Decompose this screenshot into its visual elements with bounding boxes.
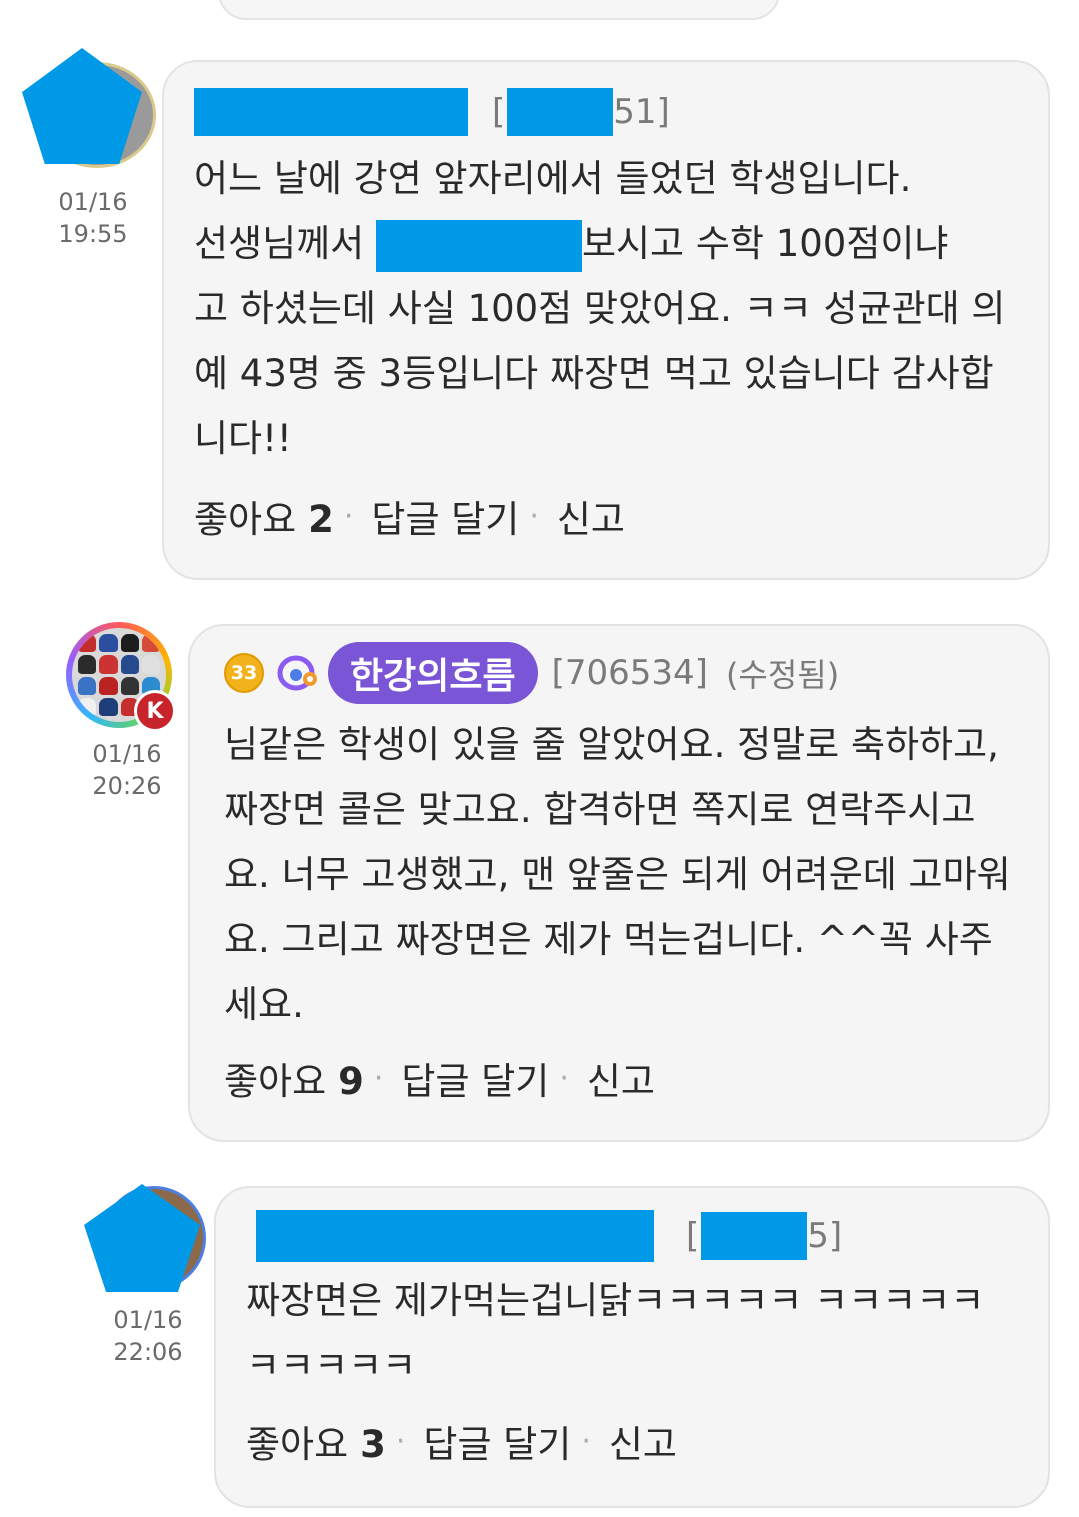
comment-date: 01/16 — [113, 1306, 183, 1334]
report-button[interactable]: 신고 — [587, 1051, 655, 1105]
comment-meta: [ 51] — [194, 84, 1018, 140]
avatar[interactable] — [84, 1184, 206, 1294]
comment-body-rest: 고 하셨는데 사실 100점 맞았어요. ㅋㅋ 성균관대 의예 43명 중 3등… — [194, 287, 1006, 460]
comment-body: 님같은 학생이 있을 줄 알았어요. 정말로 축하하고, 짜장면 콜은 맞고요.… — [224, 723, 1011, 1026]
like-button[interactable]: 좋아요 3 — [246, 1414, 386, 1468]
like-button[interactable]: 좋아요 2 — [194, 489, 334, 543]
comment-date: 01/16 — [92, 740, 162, 768]
comment-actions: 좋아요 2 · 답글 달기 · 신고 — [194, 489, 1018, 543]
like-label: 좋아요 — [194, 498, 297, 541]
nickname[interactable]: 한강의흐름 — [328, 642, 538, 704]
comment-bubble: [ 51] 어느 날에 강연 앞자리에서 들었던 학생입니다. 선생님께서 보시… — [162, 60, 1050, 580]
comment-body-line2-post: 보시고 수학 100점이냐 — [581, 222, 949, 265]
comment-body-line2-pre: 선생님께서 — [194, 222, 376, 265]
separator-dot: · — [581, 1423, 591, 1459]
comment-actions: 좋아요 3 · 답글 달기 · 신고 — [246, 1414, 1018, 1468]
avatar[interactable] — [20, 48, 156, 176]
member-id: [706534] — [551, 653, 708, 693]
like-button[interactable]: 좋아요 9 — [224, 1051, 364, 1105]
comment-body-line1: 어느 날에 강연 앞자리에서 들었던 학생입니다. — [194, 157, 912, 200]
report-button[interactable]: 신고 — [609, 1414, 677, 1468]
avatar-redaction — [22, 48, 142, 164]
like-count: 2 — [308, 498, 334, 541]
member-id-redaction — [507, 88, 614, 136]
reply-button[interactable]: 답글 달기 — [401, 1051, 549, 1105]
comment-body: 어느 날에 강연 앞자리에서 들었던 학생입니다. 선생님께서 보시고 수학 1… — [194, 146, 1018, 471]
like-label: 좋아요 — [246, 1423, 349, 1466]
comment-time: 19:55 — [58, 220, 128, 248]
reply-button[interactable]: 답글 달기 — [423, 1414, 571, 1468]
report-button[interactable]: 신고 — [557, 489, 625, 543]
separator-dot: · — [395, 1423, 406, 1459]
avatar[interactable]: K — [66, 622, 176, 732]
separator-dot: · — [529, 498, 539, 534]
comment-actions: 좋아요 9 · 답글 달기 · 신고 — [224, 1051, 1020, 1105]
comment-3-author-column: 01/16 22:06 — [84, 1184, 206, 1368]
comment-time: 22:06 — [113, 1338, 183, 1366]
like-count: 3 — [360, 1423, 386, 1466]
previous-comment-bubble-edge — [218, 0, 780, 20]
member-id-tail: 5] — [807, 1216, 843, 1256]
comment-body: 짜장면은 제가먹는겁니닭ㅋㅋㅋㅋㅋ ㅋㅋㅋㅋㅋ ㅋㅋㅋㅋㅋ — [246, 1279, 985, 1387]
meta-bracket: [ — [686, 1216, 700, 1256]
meta-bracket: [ — [492, 92, 506, 132]
comment-meta: 33 한강의흐름 [706534] (수정됨) — [224, 640, 1020, 706]
separator-dot: · — [343, 498, 354, 534]
member-id-tail: 51] — [613, 92, 670, 132]
reply-button[interactable]: 답글 달기 — [371, 489, 519, 543]
nickname-redaction[interactable] — [256, 1210, 654, 1262]
comment-time: 20:26 — [92, 772, 162, 800]
comment-meta: [ 5] — [246, 1208, 1018, 1264]
body-redaction — [375, 219, 582, 272]
member-id-redaction — [701, 1212, 808, 1260]
avatar-badge: K — [134, 690, 176, 732]
nickname-redaction[interactable] — [194, 88, 468, 136]
comment-bubble: 33 한강의흐름 [706534] (수정됨) 님같은 학생이 있을 줄 알았어… — [188, 624, 1050, 1142]
comment-bubble: [ 5] 짜장면은 제가먹는겁니닭ㅋㅋㅋㅋㅋ ㅋㅋㅋㅋㅋ ㅋㅋㅋㅋㅋ 좋아요 3 … — [214, 1186, 1050, 1508]
rank-emblem-icon — [276, 653, 322, 693]
separator-dot: · — [559, 1060, 569, 1096]
level-badge: 33 — [224, 653, 264, 693]
like-label: 좋아요 — [224, 1060, 327, 1103]
comment-body-line2: 선생님께서 보시고 수학 100점이냐 — [194, 211, 1018, 276]
comment-2-author-column: K 01/16 20:26 — [66, 622, 176, 802]
like-count: 9 — [338, 1060, 364, 1103]
separator-dot: · — [373, 1060, 384, 1096]
comment-1-author-column: 01/16 19:55 — [20, 48, 156, 250]
edited-label: (수정됨) — [725, 656, 840, 694]
comment-date: 01/16 — [58, 188, 128, 216]
